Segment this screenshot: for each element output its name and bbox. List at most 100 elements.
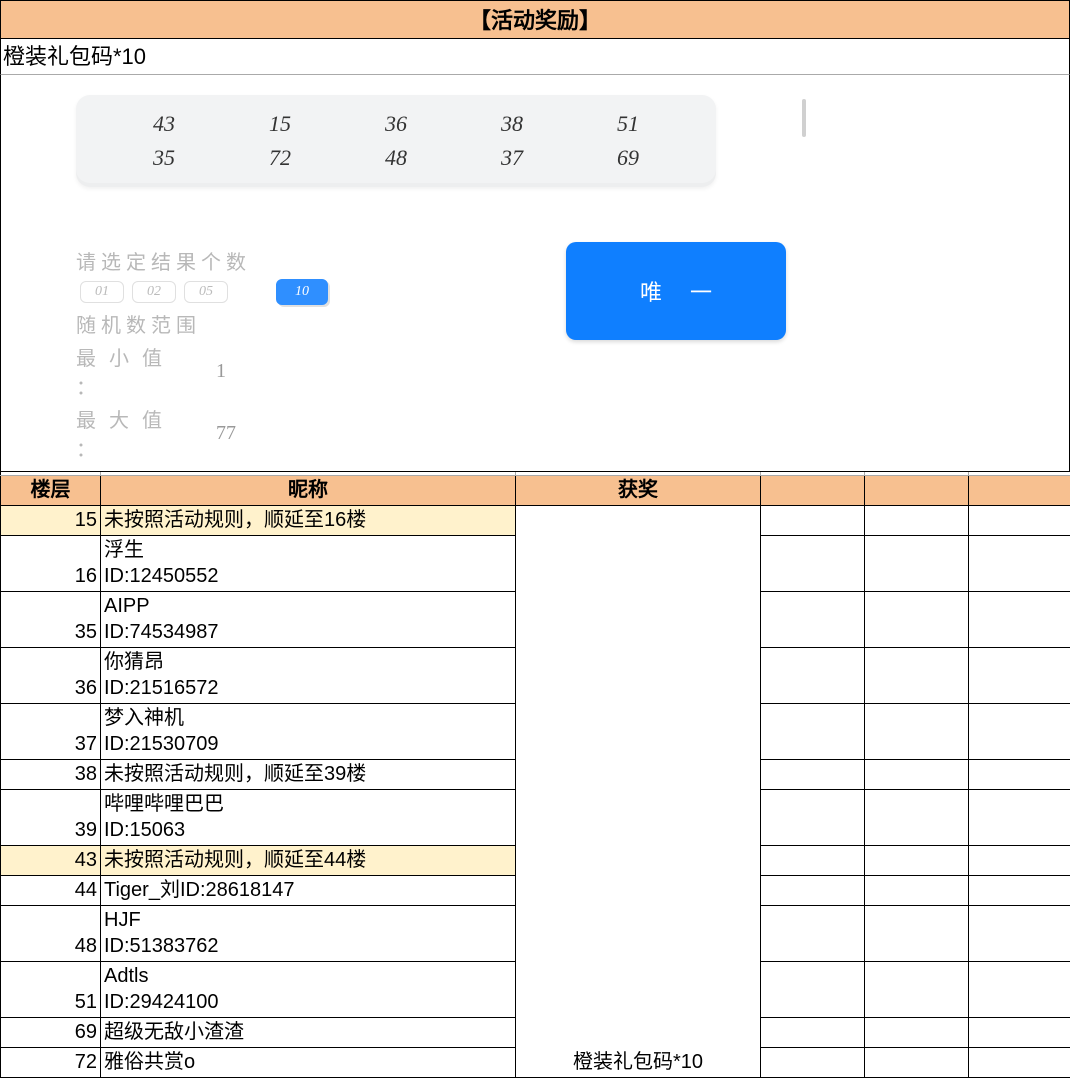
empty-cell (969, 1048, 1070, 1078)
winners-table: 楼层 昵称 获奖 15未按照活动规则，顺延至16楼橙装礼包码*1016浮生 ID… (0, 472, 1070, 1078)
empty-cell (865, 592, 969, 648)
empty-cell (865, 536, 969, 592)
nick-cell: 哔哩哔哩巴巴 ID:15063 (101, 790, 516, 846)
empty-cell (969, 506, 1070, 536)
floor-cell: 69 (1, 1018, 101, 1048)
empty-header (761, 476, 865, 506)
min-label: 最 小 值 ： (76, 342, 186, 400)
lottery-number: 15 (250, 111, 310, 137)
lottery-number: 37 (482, 145, 542, 171)
floor-cell: 15 (1, 506, 101, 536)
floor-cell: 37 (1, 704, 101, 760)
nick-cell: 雅俗共赏o (101, 1048, 516, 1078)
nick-cell: HJF ID:51383762 (101, 906, 516, 962)
empty-cell (865, 760, 969, 790)
select-count-label: 请 选 定 结 果 个 数 (76, 246, 566, 275)
col-floor: 楼层 (1, 476, 101, 506)
nick-cell: 未按照活动规则，顺延至16楼 (101, 506, 516, 536)
prize-cell: 橙装礼包码*10 (516, 506, 761, 1078)
count-option[interactable]: 05 (184, 281, 228, 303)
min-value: 1 (216, 360, 226, 383)
floor-cell: 16 (1, 536, 101, 592)
empty-cell (761, 592, 865, 648)
nick-cell: 未按照活动规则，顺延至44楼 (101, 846, 516, 876)
empty-cell (761, 760, 865, 790)
lottery-number: 48 (366, 145, 426, 171)
empty-cell (761, 906, 865, 962)
empty-cell (865, 1048, 969, 1078)
lottery-screenshot: 43 15 36 38 51 35 72 48 37 69 请 选 定 结 果 … (0, 75, 1070, 472)
floor-cell: 38 (1, 760, 101, 790)
empty-cell (761, 648, 865, 704)
floor-cell: 72 (1, 1048, 101, 1078)
empty-cell (865, 876, 969, 906)
empty-cell (761, 1018, 865, 1048)
floor-cell: 44 (1, 876, 101, 906)
empty-cell (969, 906, 1070, 962)
lottery-number: 38 (482, 111, 542, 137)
empty-cell (865, 704, 969, 760)
scrollbar-hint (802, 99, 806, 137)
empty-cell (865, 790, 969, 846)
lottery-result-card: 43 15 36 38 51 35 72 48 37 69 (76, 95, 716, 187)
empty-cell (969, 876, 1070, 906)
floor-cell: 36 (1, 648, 101, 704)
table-row: 15未按照活动规则，顺延至16楼橙装礼包码*10 (1, 506, 1070, 536)
floor-cell: 51 (1, 962, 101, 1018)
page-title: 【活动奖励】 (0, 0, 1070, 39)
nick-cell: Tiger_刘ID:28618147 (101, 876, 516, 906)
empty-cell (865, 846, 969, 876)
lottery-number: 69 (598, 145, 658, 171)
lottery-number: 72 (250, 145, 310, 171)
empty-cell (761, 846, 865, 876)
col-prize: 获奖 (516, 476, 761, 506)
empty-cell (865, 1018, 969, 1048)
empty-cell (969, 536, 1070, 592)
empty-cell (865, 962, 969, 1018)
empty-cell (969, 760, 1070, 790)
empty-cell (761, 790, 865, 846)
empty-cell (761, 506, 865, 536)
nick-cell: 超级无敌小渣渣 (101, 1018, 516, 1048)
empty-header (865, 476, 969, 506)
empty-cell (969, 648, 1070, 704)
count-option[interactable]: 02 (132, 281, 176, 303)
lottery-number: 43 (134, 111, 194, 137)
floor-cell: 43 (1, 846, 101, 876)
unique-button[interactable]: 唯一 (566, 242, 786, 340)
empty-cell (969, 962, 1070, 1018)
empty-cell (969, 592, 1070, 648)
range-label: 随 机 数 范 围 (76, 309, 566, 338)
empty-cell (969, 704, 1070, 760)
nick-cell: Adtls ID:29424100 (101, 962, 516, 1018)
lottery-number: 36 (366, 111, 426, 137)
empty-cell (969, 790, 1070, 846)
empty-cell (761, 536, 865, 592)
count-option[interactable]: 01 (80, 281, 124, 303)
empty-cell (761, 1048, 865, 1078)
lottery-number: 51 (598, 111, 658, 137)
empty-cell (865, 906, 969, 962)
empty-cell (969, 846, 1070, 876)
empty-cell (761, 962, 865, 1018)
empty-cell (865, 648, 969, 704)
max-value: 77 (216, 422, 236, 445)
empty-cell (761, 704, 865, 760)
count-option-selected[interactable]: 10 (276, 279, 328, 305)
floor-cell: 35 (1, 592, 101, 648)
nick-cell: 浮生 ID:12450552 (101, 536, 516, 592)
nick-cell: 未按照活动规则，顺延至39楼 (101, 760, 516, 790)
empty-cell (865, 506, 969, 536)
empty-header (969, 476, 1070, 506)
lottery-number: 35 (134, 145, 194, 171)
reward-subtitle: 橙装礼包码*10 (0, 39, 1070, 75)
nick-cell: AIPP ID:74534987 (101, 592, 516, 648)
empty-cell (969, 1018, 1070, 1048)
floor-cell: 39 (1, 790, 101, 846)
max-label: 最 大 值 ： (76, 404, 186, 462)
col-nick: 昵称 (101, 476, 516, 506)
nick-cell: 你猜昂 ID:21516572 (101, 648, 516, 704)
floor-cell: 48 (1, 906, 101, 962)
nick-cell: 梦入神机 ID:21530709 (101, 704, 516, 760)
empty-cell (761, 876, 865, 906)
